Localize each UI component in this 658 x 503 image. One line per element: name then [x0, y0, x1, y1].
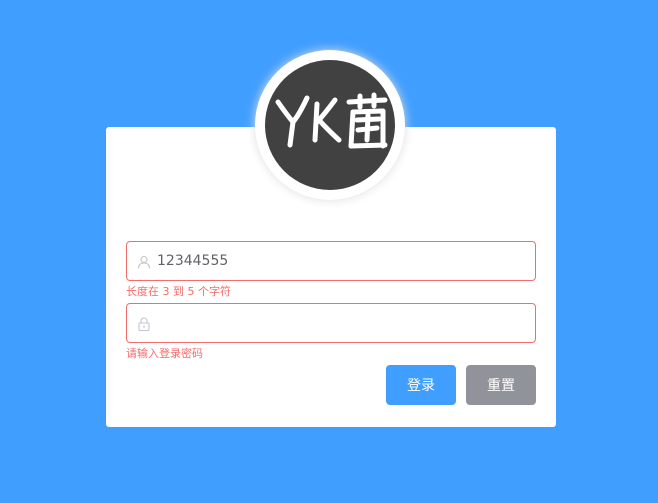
- avatar: [255, 50, 405, 200]
- username-error: 长度在 3 到 5 个字符: [126, 285, 231, 298]
- password-error: 请输入登录密码: [126, 347, 203, 360]
- reset-button[interactable]: 重置: [466, 365, 536, 405]
- password-field[interactable]: [126, 303, 536, 343]
- username-input[interactable]: [157, 242, 525, 280]
- yk-logo-image: [275, 92, 388, 149]
- avatar-logo: [265, 60, 395, 190]
- login-button[interactable]: 登录: [386, 365, 456, 405]
- user-icon: [137, 254, 151, 269]
- lock-icon: [137, 316, 151, 332]
- username-field[interactable]: [126, 241, 536, 281]
- password-input[interactable]: [157, 304, 525, 342]
